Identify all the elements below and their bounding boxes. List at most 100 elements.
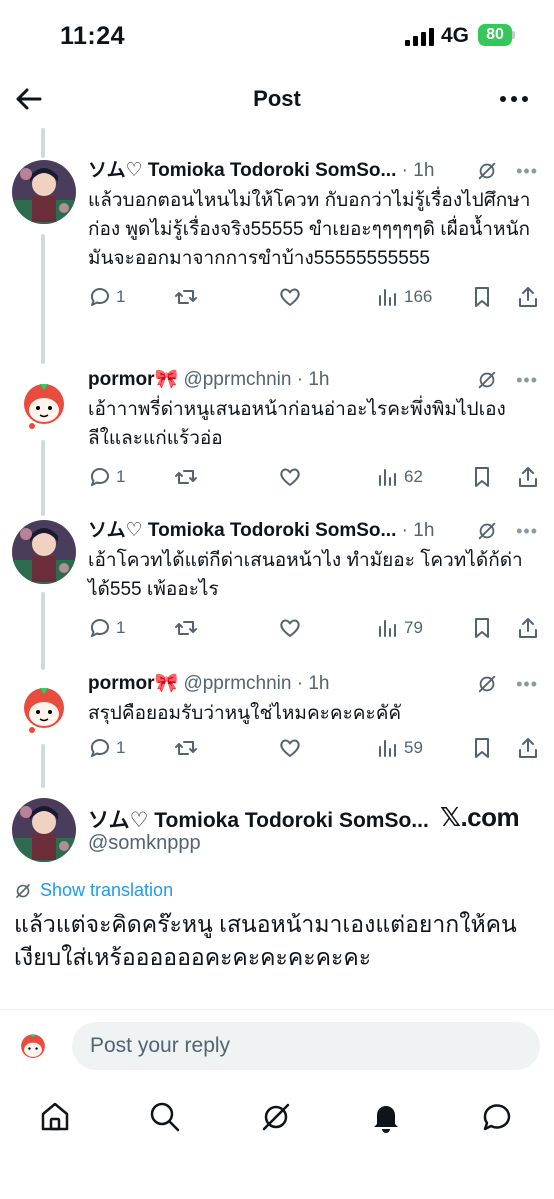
share-icon	[519, 618, 537, 638]
reply-icon	[90, 619, 109, 637]
show-translation-link[interactable]: Show translation	[14, 880, 173, 901]
views-button[interactable]: 166	[376, 285, 432, 309]
grok-icon[interactable]	[476, 673, 498, 695]
post-header: Post	[0, 72, 554, 128]
author-name[interactable]: ソム♡ Tomioka Todoroki SomSo...	[88, 804, 429, 834]
grok-icon[interactable]	[476, 520, 498, 542]
reply-icon	[90, 739, 109, 757]
thread-connector	[41, 592, 45, 670]
view-count: 62	[404, 467, 423, 486]
bookmark-button[interactable]	[470, 736, 494, 760]
grok-icon[interactable]	[476, 160, 498, 182]
reply-input[interactable]	[72, 1022, 540, 1070]
battery-tip	[512, 31, 515, 39]
tweet-text: แล้วบอกตอนไหนไม่ให้โควท กับอกว่าไม่รู้เร…	[88, 190, 531, 269]
grok-icon[interactable]	[476, 369, 498, 391]
share-icon	[519, 287, 537, 307]
reply-button[interactable]: 1	[88, 285, 125, 309]
reply-button[interactable]: 1	[88, 465, 125, 489]
more-options-icon[interactable]	[498, 84, 530, 114]
author-name[interactable]: pormor🎀	[88, 673, 178, 694]
tweet-time: 1h	[308, 369, 330, 390]
author-name[interactable]: ソム♡ Tomioka Todoroki SomSo...	[88, 160, 396, 181]
views-icon	[379, 289, 396, 306]
nav-notifications[interactable]	[369, 1100, 403, 1134]
tweet-more-icon[interactable]: •••	[516, 671, 538, 697]
repost-button[interactable]	[174, 465, 198, 489]
author-name[interactable]: ソム♡ Tomioka Todoroki SomSo...	[88, 520, 396, 541]
author-name[interactable]: pormor🎀	[88, 369, 178, 390]
nav-search[interactable]	[148, 1100, 182, 1134]
tweet-actions: 1 62	[88, 465, 538, 495]
avatar	[14, 1026, 52, 1064]
notifications-icon	[374, 1106, 398, 1133]
tweet-actions: 1 79	[88, 616, 538, 646]
views-button[interactable]: 79	[376, 616, 423, 640]
share-button[interactable]	[516, 736, 540, 760]
bookmark-button[interactable]	[470, 616, 494, 640]
reply-bar	[0, 1020, 554, 1074]
tweet-actions: 1 59	[88, 736, 538, 766]
like-button[interactable]	[278, 736, 302, 760]
views-icon	[379, 740, 396, 757]
reply-button[interactable]: 1	[88, 736, 125, 760]
like-button[interactable]	[278, 616, 302, 640]
status-time: 11:24	[60, 22, 126, 50]
like-button[interactable]	[278, 285, 302, 309]
tweet-text: สรุปคือยอมรับว่าหนูใช่ไหมคะคะคะคัคั	[88, 703, 402, 724]
avatar[interactable]	[12, 674, 76, 738]
thread-connector	[41, 440, 45, 516]
signal-icon	[405, 28, 434, 46]
tweet-time: 1h	[413, 520, 435, 541]
bookmark-icon	[475, 618, 489, 638]
tweet-time: 1h	[413, 160, 435, 181]
tweet-more-icon[interactable]: •••	[516, 367, 538, 393]
avatar[interactable]	[12, 798, 76, 862]
author-handle[interactable]: @pprmchnin	[183, 673, 291, 694]
heart-icon	[280, 288, 300, 306]
avatar[interactable]	[12, 520, 76, 584]
bookmark-icon	[475, 467, 489, 487]
thread-connector	[41, 744, 45, 788]
nav-messages[interactable]	[480, 1100, 514, 1134]
repost-icon	[175, 621, 197, 635]
avatar[interactable]	[12, 370, 76, 434]
nav-home[interactable]	[38, 1100, 72, 1134]
bookmark-icon	[475, 738, 489, 758]
like-button[interactable]	[278, 465, 302, 489]
share-button[interactable]	[516, 616, 540, 640]
heart-icon	[280, 619, 300, 637]
repost-button[interactable]	[174, 736, 198, 760]
search-icon	[150, 1102, 180, 1132]
home-icon	[41, 1102, 69, 1131]
views-button[interactable]: 59	[376, 736, 423, 760]
repost-button[interactable]	[174, 616, 198, 640]
tweet-time: 1h	[308, 673, 330, 694]
share-button[interactable]	[516, 285, 540, 309]
bookmark-button[interactable]	[470, 465, 494, 489]
repost-icon	[175, 290, 197, 304]
views-button[interactable]: 62	[376, 465, 423, 489]
author-handle[interactable]: @somknppp	[88, 832, 201, 855]
tweet-text: เอ้าาาพรี่ด่าหนูเสนอหน้าก่อนอ่าอะไรคะพึ่…	[88, 399, 506, 449]
reply-count: 1	[116, 467, 126, 486]
reply-count: 1	[116, 618, 126, 637]
bookmark-button[interactable]	[470, 285, 494, 309]
author-handle[interactable]: @pprmchnin	[183, 369, 291, 390]
reply-button[interactable]: 1	[88, 616, 125, 640]
show-translation-label: Show translation	[40, 880, 174, 900]
source-watermark: 𝕏.com	[440, 802, 520, 832]
reply-count: 1	[116, 287, 126, 306]
tweet-more-icon[interactable]: •••	[516, 518, 538, 544]
avatar[interactable]	[12, 160, 76, 224]
thread-connector	[41, 234, 45, 364]
grok-icon	[262, 1103, 290, 1131]
repost-button[interactable]	[174, 285, 198, 309]
heart-icon	[280, 739, 300, 757]
share-button[interactable]	[516, 465, 540, 489]
bookmark-icon	[475, 287, 489, 307]
reply-count: 1	[116, 738, 126, 757]
tweet-more-icon[interactable]: •••	[516, 158, 538, 184]
nav-grok[interactable]	[259, 1100, 293, 1134]
tweet-actions: 1 166	[88, 285, 538, 315]
